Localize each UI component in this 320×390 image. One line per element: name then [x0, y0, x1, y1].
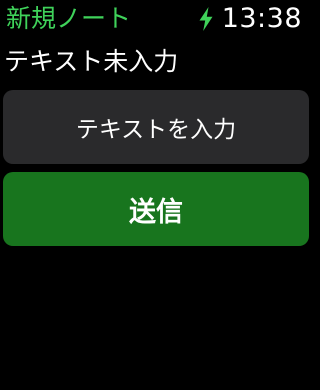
status-bar: 新規ノート 13:38	[0, 0, 312, 38]
send-button[interactable]: 送信	[3, 172, 309, 246]
enter-text-button[interactable]: テキストを入力	[3, 90, 309, 164]
status-indicators: 13:38	[198, 3, 302, 35]
enter-text-button-label: テキストを入力	[75, 117, 237, 143]
clock-time: 13:38	[221, 3, 302, 34]
send-button-label: 送信	[129, 196, 183, 228]
lightning-bolt-icon	[199, 7, 213, 31]
note-status-text: テキスト未入力	[4, 47, 179, 76]
app-title[interactable]: 新規ノート	[6, 3, 131, 35]
